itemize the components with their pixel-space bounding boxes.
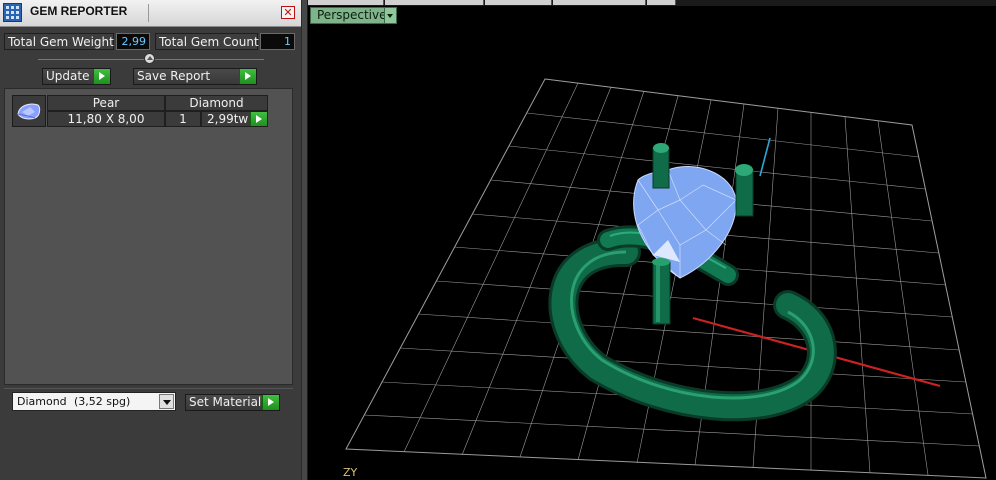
axis-gizmo: ZY — [343, 466, 358, 479]
gem-reporter-icon — [3, 3, 22, 22]
view-mode-dropdown[interactable]: Perspective — [310, 7, 397, 24]
y-axis-line — [759, 137, 771, 177]
total-gem-weight-label: Total Gem Weight — [4, 33, 114, 50]
panel-resize-handle[interactable] — [301, 0, 308, 480]
panel-titlebar[interactable]: GEM REPORTER ✕ — [0, 0, 301, 27]
close-icon[interactable]: ✕ — [281, 6, 295, 19]
gem-shape-header: Pear — [47, 95, 165, 111]
total-gem-count-label: Total Gem Count — [155, 33, 259, 50]
gem-reporter-panel: GEM REPORTER ✕ Total Gem Weight 2,99 Tot… — [0, 0, 302, 480]
play-arrow-icon — [239, 69, 256, 84]
total-gem-count-value: 1 — [260, 33, 295, 50]
gem-weight-value: 2,99tw — [207, 112, 249, 126]
panel-title: GEM REPORTER — [30, 4, 128, 18]
play-arrow-icon — [262, 395, 279, 410]
play-arrow-icon — [93, 69, 110, 84]
gem-size-cell: 11,80 X 8,00 — [47, 111, 165, 127]
material-select[interactable]: Diamond (3,52 spg) — [12, 392, 176, 411]
save-report-button[interactable]: Save Report — [133, 68, 257, 85]
3d-viewport[interactable]: Perspective ZY — [308, 0, 996, 480]
view-mode-label: Perspective — [317, 8, 387, 22]
update-button[interactable]: Update — [42, 68, 111, 85]
update-button-label: Update — [46, 69, 90, 83]
set-material-button[interactable]: Set Material — [185, 394, 280, 411]
perspective-scene — [345, 78, 987, 479]
material-name: Diamond — [17, 395, 67, 408]
gem-weight-cell[interactable]: 2,99tw — [201, 111, 268, 127]
material-spg: (3,52 spg) — [74, 395, 131, 408]
chevron-down-icon — [159, 394, 174, 409]
set-material-button-label: Set Material — [189, 395, 262, 409]
panel-divider — [4, 388, 293, 389]
play-arrow-icon — [250, 112, 267, 126]
ring-model — [548, 143, 837, 422]
panel-splitter-handle[interactable] — [144, 53, 155, 64]
gem-material-header: Diamond — [165, 95, 268, 111]
total-gem-weight-value: 2,99 — [116, 33, 150, 50]
pear-gem-thumbnail — [12, 95, 46, 127]
chevron-down-icon — [384, 8, 396, 23]
gem-list: Pear Diamond 11,80 X 8,00 1 2,99tw — [4, 88, 293, 385]
title-divider — [148, 4, 149, 22]
save-report-button-label: Save Report — [137, 69, 211, 83]
gem-count-cell: 1 — [165, 111, 201, 127]
